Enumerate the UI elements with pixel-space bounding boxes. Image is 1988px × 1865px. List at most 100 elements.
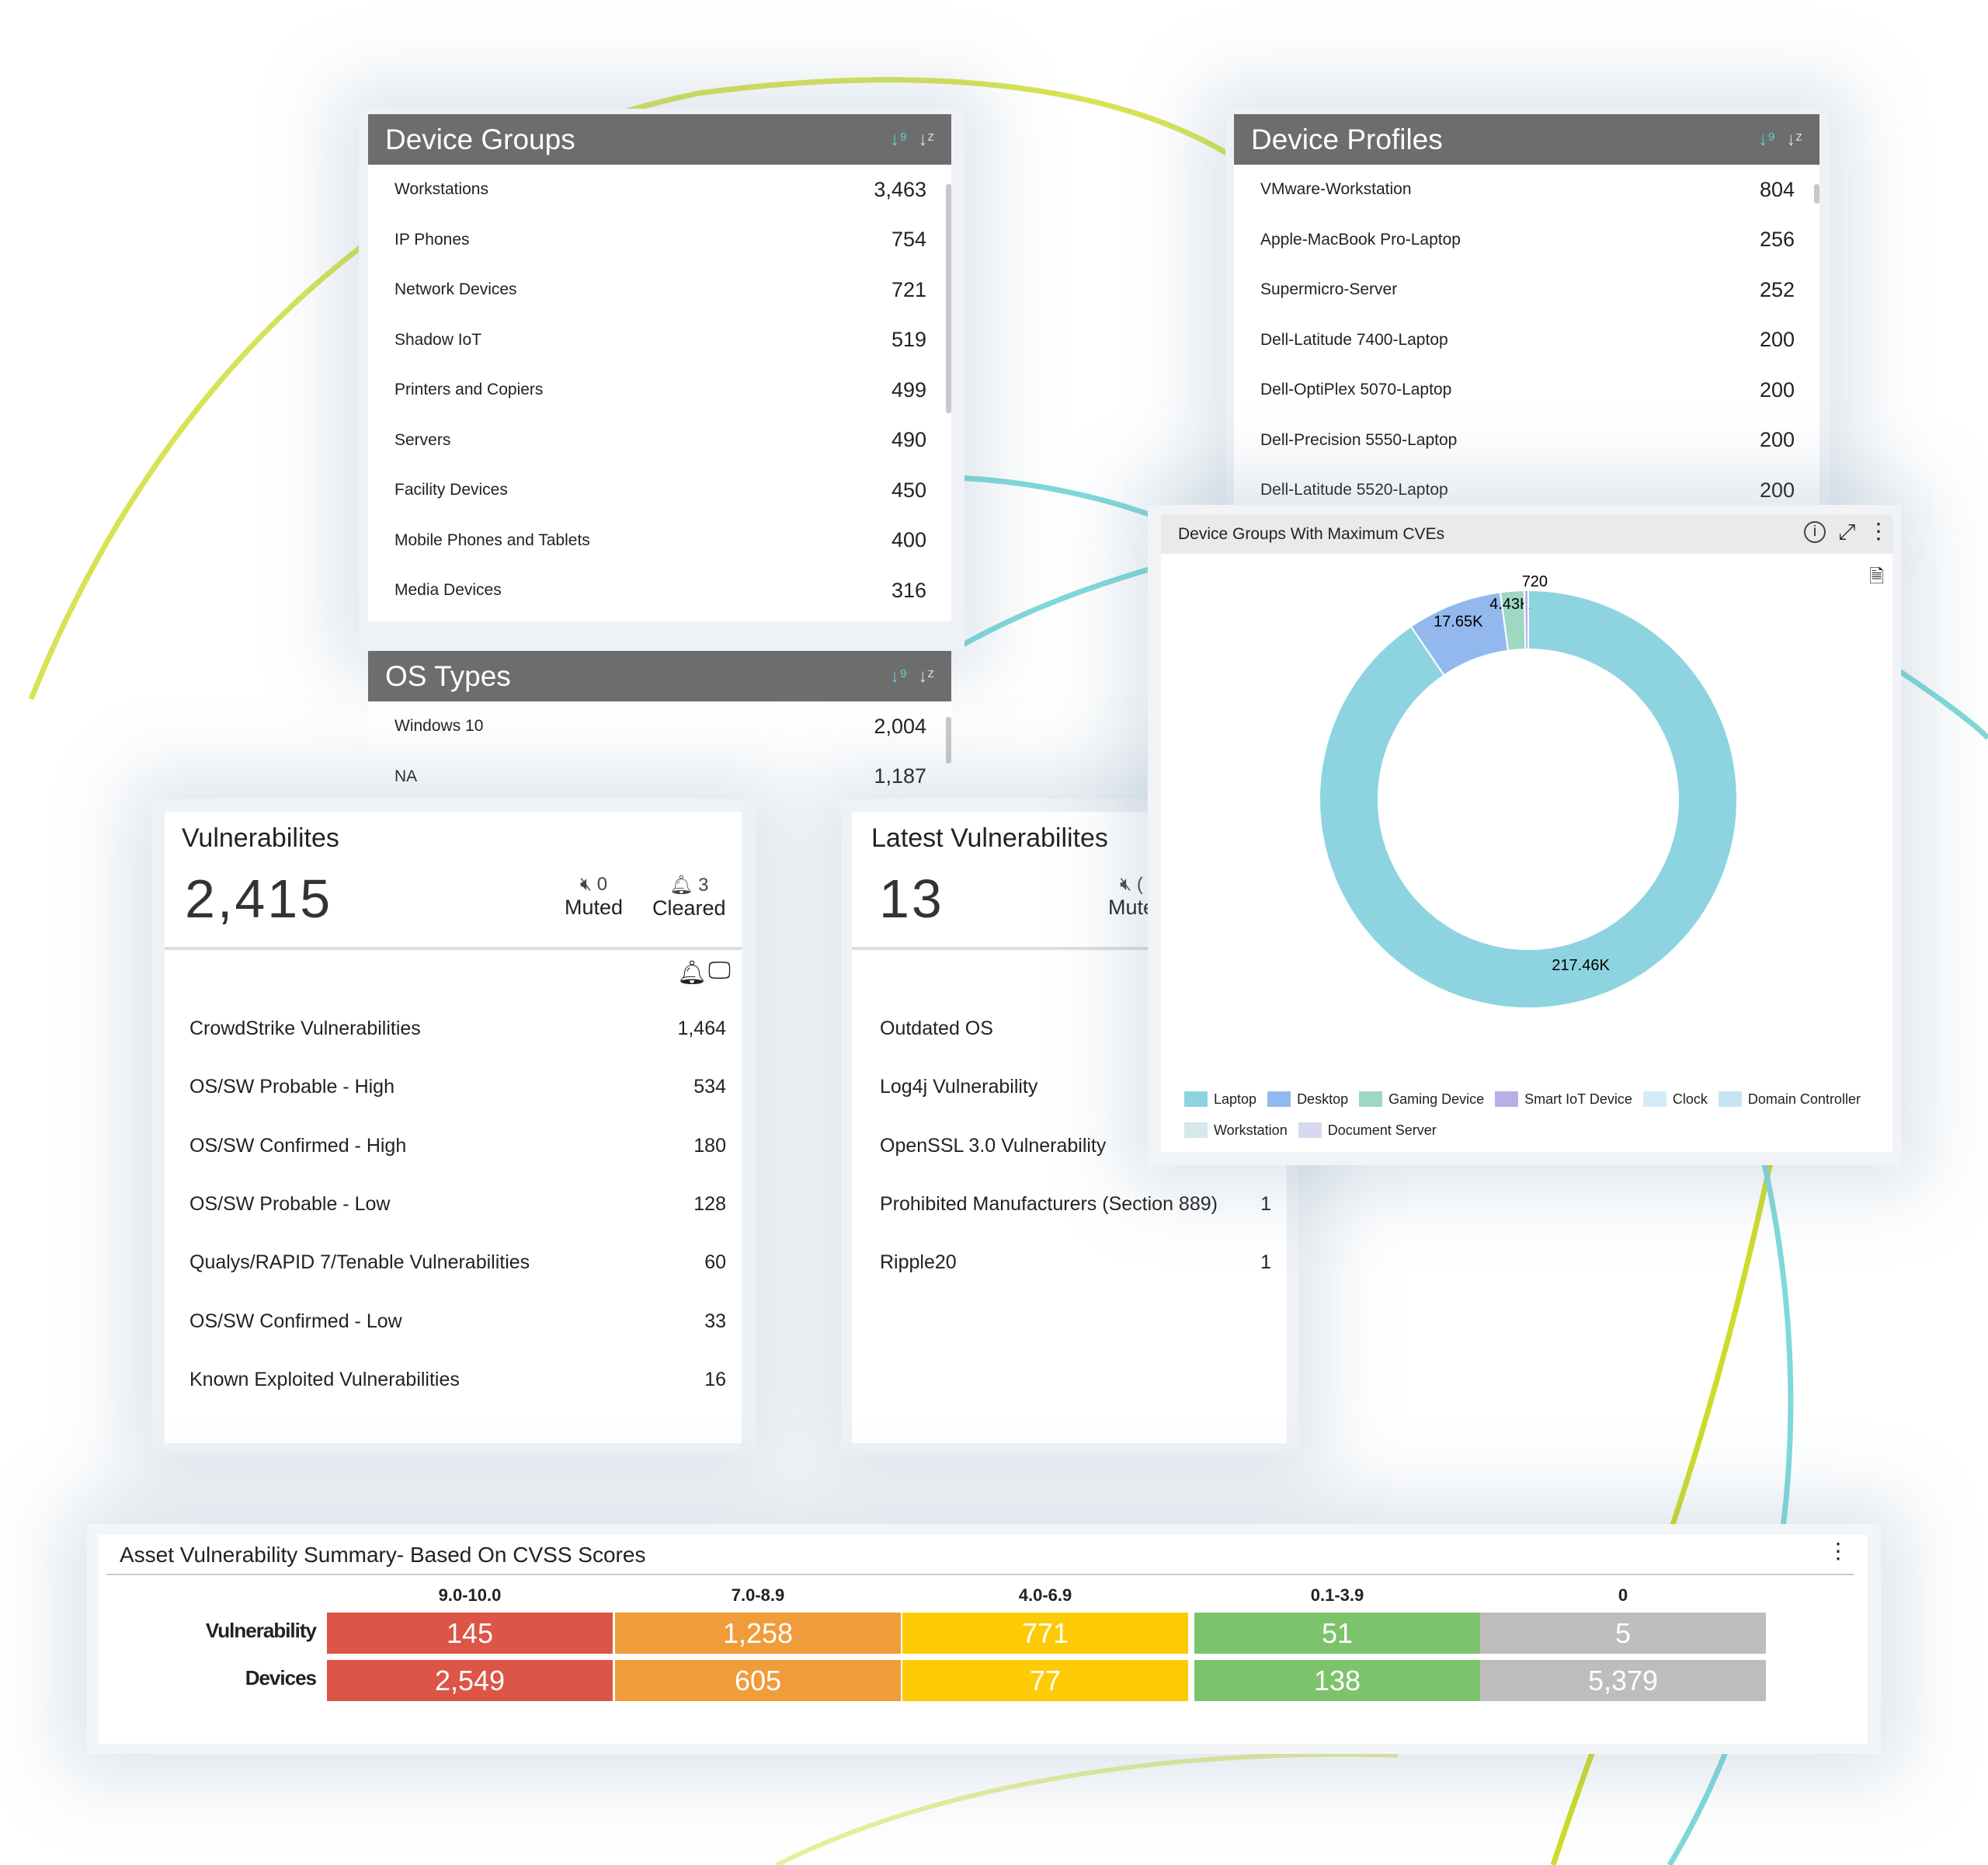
row-value: 128 [693,1192,726,1215]
panel-title: OS Types [385,659,511,692]
row-label: Devices [245,1666,317,1689]
summary-cell[interactable]: 1,258 [615,1613,901,1654]
legend-item[interactable]: Laptop [1184,1086,1256,1112]
summary-cell[interactable]: 51 [1194,1613,1480,1654]
item-label: Apple-MacBook Pro-Laptop [1260,230,1461,249]
list-item[interactable]: Shadow IoT 519 [368,315,951,366]
list-item[interactable]: Windows 10 2,004 [368,701,951,752]
vulnerability-row[interactable]: Known Exploited Vulnerabilities 16 [189,1369,726,1391]
summary-cell[interactable]: 5 [1480,1613,1766,1654]
bell-icon: 🔔︎ [669,875,699,896]
item-value: 400 [891,528,926,552]
donut-chart: 217.46K17.65K4.43K720 [1319,573,1738,1009]
row-label: Log4j Vulnerability [880,1076,1038,1098]
vulnerability-row[interactable]: OS/SW Confirmed - High 180 [189,1135,726,1157]
card-title: Vulnerabilites [182,823,339,853]
vulnerability-row[interactable]: OS/SW Confirmed - Low 33 [189,1310,726,1333]
legend-item[interactable]: Document Server [1298,1117,1437,1143]
vulnerability-row[interactable]: CrowdStrike Vulnerabilities 1,464 [189,1018,726,1040]
list-item[interactable]: Network Devices 721 [368,265,951,315]
list-item[interactable]: Dell-Latitude 7400-Laptop 200 [1234,315,1819,366]
vulnerability-row[interactable]: OS/SW Probable - High 534 [189,1076,726,1098]
summary-cell[interactable]: 2,549 [327,1660,613,1701]
sort-alpha-icon[interactable]: ↓ᶻ [1786,129,1802,151]
row-label: OS/SW Probable - High [189,1076,394,1098]
legend-swatch [1267,1091,1291,1107]
vulnerability-row[interactable]: OS/SW Probable - Low 128 [189,1193,726,1216]
scrollbar[interactable] [946,717,951,764]
donut-slice-laptop[interactable] [1319,589,1738,1009]
summary-cell[interactable]: 5,379 [1480,1660,1766,1701]
list-item[interactable]: IP Phones 754 [368,215,951,266]
alert-bell-icon[interactable]: 🔔︎ [677,959,707,986]
vulnerability-row[interactable]: Prohibited Manufacturers (Section 889) 1 [880,1193,1271,1216]
row-label: OS/SW Confirmed - Low [189,1310,402,1332]
donut-slice-smart-iot-device[interactable] [1523,589,1529,651]
monitor-icon[interactable]: 🖵 [708,958,731,984]
item-value: 721 [891,277,926,301]
list-item[interactable]: Media Devices 316 [368,565,951,616]
item-value: 804 [1759,177,1795,201]
row-label: OpenSSL 3.0 Vulnerability [880,1134,1107,1157]
vulnerability-row[interactable]: Ripple20 1 [880,1251,1271,1274]
legend-swatch [1184,1091,1208,1107]
item-label: Workstations [394,180,488,199]
legend-item[interactable]: Gaming Device [1359,1086,1484,1112]
chart-legend: Laptop Desktop Gaming Device Smart IoT Devi… [1184,1086,1883,1148]
item-label: VMware-Workstation [1260,180,1412,199]
item-label: IP Phones [394,230,470,249]
list-item[interactable]: Dell-Precision 5550-Laptop 200 [1234,416,1819,466]
legend-item[interactable]: Smart IoT Device [1495,1086,1632,1112]
list-item[interactable]: Printers and Copiers 499 [368,365,951,416]
device-groups-panel: Device Groups ↓⁹ ↓ᶻ Workstations 3,463 IP Ph… [368,114,951,621]
item-value: 252 [1759,277,1795,301]
summary-cell[interactable]: 771 [902,1613,1188,1654]
summary-cell[interactable]: 145 [327,1613,613,1654]
list-item[interactable]: Workstations 3,463 [368,165,951,215]
row-label: Known Exploited Vulnerabilities [189,1368,460,1390]
more-options-icon[interactable]: ⋮ [1827,1538,1849,1564]
row-value: 1 [1260,1251,1271,1274]
legend-swatch [1642,1091,1667,1107]
scrollbar[interactable] [1814,184,1819,204]
list-item[interactable]: Facility Devices 450 [368,465,951,516]
row-value: 16 [704,1368,726,1390]
legend-item[interactable]: Desktop [1267,1086,1348,1112]
legend-item[interactable]: Clock [1642,1086,1708,1112]
sort-numeric-icon[interactable]: ↓⁹ [890,666,907,687]
total-count: 13 [879,868,944,929]
list-item[interactable]: Apple-MacBook Pro-Laptop 256 [1234,215,1819,266]
summary-cell[interactable]: 77 [902,1660,1188,1701]
list-item[interactable]: VMware-Workstation 804 [1234,165,1819,215]
divider [165,947,742,950]
list-item[interactable]: Servers 490 [368,416,951,466]
list-item[interactable]: Dell-OptiPlex 5070-Laptop 200 [1234,365,1819,416]
os-types-panel: OS Types ↓⁹ ↓ᶻ Windows 10 2,004 NA 1,187 [368,651,951,799]
column-header: 9.0-10.0 [438,1585,502,1605]
scrollbar[interactable] [946,184,951,413]
device-groups-cves-chart: Device Groups With Maximum CVEs i ⤢ ⋮ 🗎 … [1161,515,1892,1152]
column-header: 0.1-3.9 [1310,1585,1364,1605]
legend-swatch [1495,1091,1519,1107]
legend-item[interactable]: Domain Controller [1718,1086,1861,1112]
list-item[interactable]: Mobile Phones and Tablets 400 [368,516,951,566]
muted-stat[interactable]: 🔇︎ 0 Muted [565,874,623,920]
list-item[interactable]: Supermicro-Server 252 [1234,265,1819,315]
panel-title: Device Profiles [1251,123,1443,155]
panel-title: Device Groups [385,123,575,155]
list-item[interactable]: NA 1,187 [368,752,951,802]
item-label: Printers and Copiers [394,381,544,399]
asset-vulnerability-summary: Asset Vulnerability Summary- Based On CV… [99,1535,1868,1744]
summary-cell[interactable]: 605 [615,1660,901,1701]
legend-item[interactable]: Workstation [1184,1117,1288,1143]
vulnerability-row[interactable]: Qualys/RAPID 7/Tenable Vulnerabilities 60 [189,1251,726,1274]
legend-swatch [1298,1122,1322,1138]
summary-cell[interactable]: 138 [1194,1660,1480,1701]
sort-numeric-icon[interactable]: ↓⁹ [890,129,907,151]
cleared-stat[interactable]: 🔔︎ 3 Cleared [652,874,726,920]
row-value: 1 [1260,1192,1271,1215]
item-label: Dell-Latitude 7400-Laptop [1260,330,1448,349]
sort-alpha-icon[interactable]: ↓ᶻ [918,666,934,687]
sort-numeric-icon[interactable]: ↓⁹ [1758,129,1775,151]
sort-alpha-icon[interactable]: ↓ᶻ [918,129,934,151]
